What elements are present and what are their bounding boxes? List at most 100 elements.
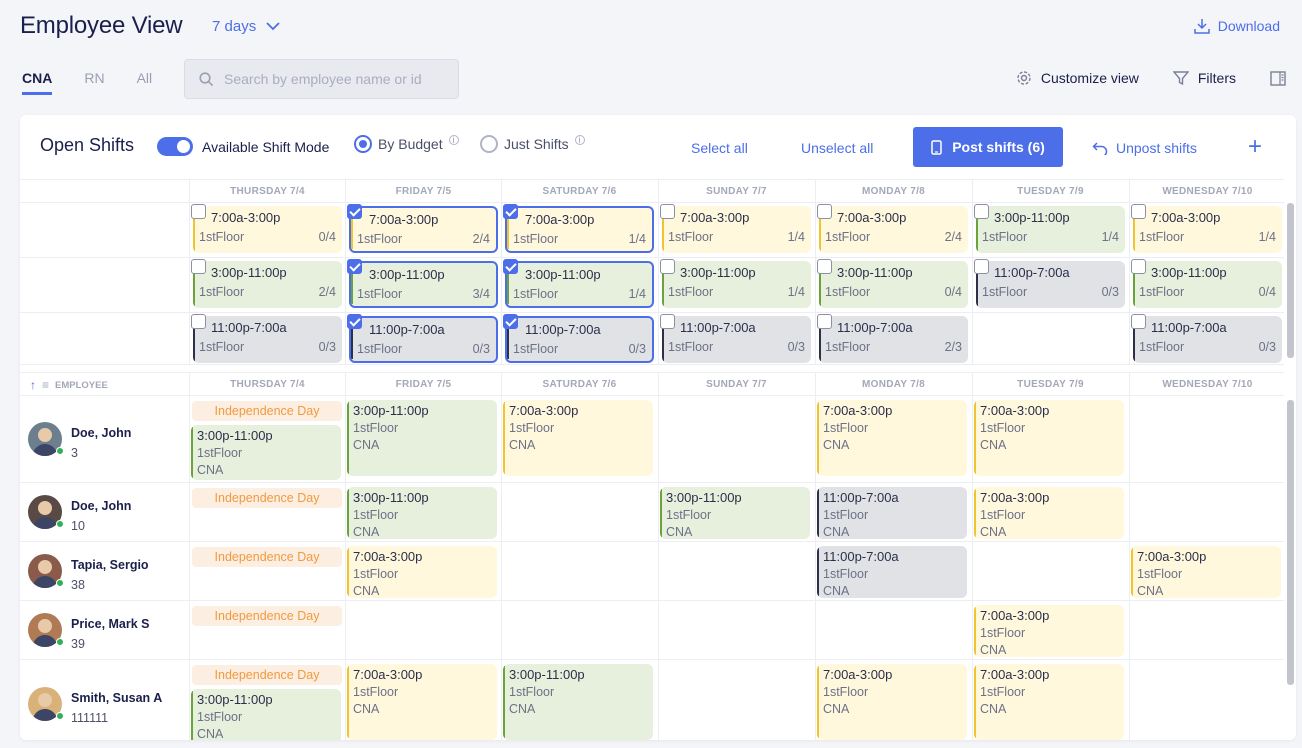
scrollbar-open-shifts[interactable]	[1287, 203, 1294, 358]
employee-row[interactable]: Doe, John 3	[20, 395, 188, 482]
grid-column-line	[658, 395, 659, 740]
open-shift-card[interactable]: 11:00p-7:00a 1stFloor 0/3	[193, 316, 342, 363]
checkbox-checked[interactable]	[503, 259, 518, 274]
add-shift-button[interactable]: +	[1248, 133, 1262, 161]
tab-all[interactable]: All	[137, 70, 153, 95]
checkbox[interactable]	[817, 259, 832, 274]
shift-card[interactable]: 3:00p-11:00p 1stFloor CNA	[191, 425, 341, 480]
shift-card[interactable]: 3:00p-11:00p 1stFloor CNA	[347, 400, 497, 476]
employee-name[interactable]: Smith, Susan A	[71, 691, 162, 705]
shift-card[interactable]: 7:00a-3:00p 1stFloor CNA	[817, 664, 967, 740]
checkbox[interactable]	[817, 204, 832, 219]
tab-cna[interactable]: CNA	[22, 70, 53, 95]
checkbox[interactable]	[1131, 314, 1146, 329]
shift-card[interactable]: 7:00a-3:00p 1stFloor CNA	[347, 546, 497, 598]
shift-card[interactable]: 7:00a-3:00p 1stFloor CNA	[1131, 546, 1281, 598]
open-shift-card[interactable]: 3:00p-11:00p 1stFloor 0/4	[819, 261, 968, 308]
shift-card[interactable]: 11:00p-7:00a 1stFloor CNA	[817, 546, 967, 598]
shift-card[interactable]: 7:00a-3:00p 1stFloor CNA	[974, 487, 1124, 539]
filters-button[interactable]: Filters	[1172, 70, 1236, 86]
open-shift-card[interactable]: 11:00p-7:00a 1stFloor 0/3	[976, 261, 1125, 308]
available-shift-mode-toggle[interactable]	[157, 137, 193, 156]
checkbox[interactable]	[191, 259, 206, 274]
open-shift-card[interactable]: 11:00p-7:00a 1stFloor 0/3	[505, 316, 654, 363]
search-input[interactable]	[224, 71, 444, 87]
employee-name[interactable]: Tapia, Sergio	[71, 558, 149, 572]
shift-card[interactable]: 3:00p-11:00p 1stFloor CNA	[191, 689, 341, 740]
checkbox[interactable]	[660, 259, 675, 274]
open-shift-card[interactable]: 11:00p-7:00a 1stFloor 0/3	[349, 316, 498, 363]
filter-lines-icon[interactable]: ≡	[42, 378, 49, 392]
shift-card[interactable]: 7:00a-3:00p 1stFloor CNA	[347, 664, 497, 740]
checkbox[interactable]	[974, 259, 989, 274]
checkbox-checked[interactable]	[347, 314, 362, 329]
download-button[interactable]: Download	[1193, 18, 1280, 34]
checkbox[interactable]	[974, 204, 989, 219]
info-icon[interactable]: i	[448, 135, 459, 145]
unselect-all-button[interactable]: Unselect all	[801, 140, 873, 156]
tab-rn[interactable]: RN	[84, 70, 104, 95]
open-shift-card[interactable]: 7:00a-3:00p 1stFloor 2/4	[819, 206, 968, 253]
shift-card[interactable]: 3:00p-11:00p 1stFloor CNA	[660, 487, 810, 539]
checkbox[interactable]	[660, 204, 675, 219]
employee-row[interactable]: Tapia, Sergio 38	[20, 541, 188, 600]
open-shift-card[interactable]: 3:00p-11:00p 1stFloor 2/4	[193, 261, 342, 308]
shift-card[interactable]: 7:00a-3:00p 1stFloor CNA	[974, 605, 1124, 657]
customize-view-button[interactable]: Customize view	[1016, 70, 1139, 86]
open-shift-card[interactable]: 7:00a-3:00p 1stFloor 1/4	[505, 206, 654, 253]
open-shift-card[interactable]: 11:00p-7:00a 1stFloor 0/3	[662, 316, 811, 363]
employee-row[interactable]: Doe, John 10	[20, 482, 188, 541]
open-shift-card[interactable]: 3:00p-11:00p 1stFloor 1/4	[976, 206, 1125, 253]
employee-name[interactable]: Doe, John	[71, 499, 131, 513]
checkbox[interactable]	[1131, 204, 1146, 219]
by-budget-radio[interactable]: By Budget i	[354, 135, 459, 153]
shift-card[interactable]: 7:00a-3:00p 1stFloor CNA	[817, 400, 967, 476]
shift-color-bar	[974, 489, 976, 537]
employee-column-header[interactable]: ↑ ≡ EMPLOYEE	[30, 378, 108, 392]
shift-card[interactable]: 3:00p-11:00p 1stFloor CNA	[347, 487, 497, 539]
scrollbar-employees[interactable]	[1287, 400, 1294, 685]
shift-card[interactable]: 3:00p-11:00p 1stFloor CNA	[503, 664, 653, 740]
checkbox[interactable]	[817, 314, 832, 329]
shift-fill-count: 0/4	[944, 285, 962, 299]
open-shift-card[interactable]: 3:00p-11:00p 1stFloor 1/4	[505, 261, 654, 308]
info-icon[interactable]: i	[574, 135, 585, 145]
shift-location: 1stFloor	[513, 342, 559, 356]
shift-card[interactable]: 7:00a-3:00p 1stFloor CNA	[974, 400, 1124, 476]
shift-card[interactable]: 11:00p-7:00a 1stFloor CNA	[817, 487, 967, 539]
checkbox-checked[interactable]	[503, 204, 518, 219]
employee-row[interactable]: Price, Mark S 39	[20, 600, 188, 659]
unpost-shifts-button[interactable]: Unpost shifts	[1092, 140, 1197, 156]
open-shift-card[interactable]: 7:00a-3:00p 1stFloor 0/4	[193, 206, 342, 253]
just-shifts-radio[interactable]: Just Shifts i	[480, 135, 585, 153]
shift-color-bar	[191, 691, 193, 740]
open-shift-card[interactable]: 7:00a-3:00p 1stFloor 1/4	[662, 206, 811, 253]
open-shift-card[interactable]: 11:00p-7:00a 1stFloor 0/3	[1133, 316, 1282, 363]
open-shift-card[interactable]: 11:00p-7:00a 1stFloor 2/3	[819, 316, 968, 363]
employee-name[interactable]: Price, Mark S	[71, 617, 150, 631]
checkbox-checked[interactable]	[347, 204, 362, 219]
checkbox-checked[interactable]	[347, 259, 362, 274]
range-dropdown[interactable]: 7 days	[212, 18, 280, 35]
employee-row[interactable]: Smith, Susan A 111111	[20, 659, 188, 740]
post-shifts-button[interactable]: Post shifts (6)	[913, 127, 1063, 167]
shift-role: CNA	[666, 525, 693, 539]
open-shift-card[interactable]: 3:00p-11:00p 1stFloor 3/4	[349, 261, 498, 308]
open-shift-card[interactable]: 3:00p-11:00p 1stFloor 0/4	[1133, 261, 1282, 308]
sort-ascending-icon[interactable]: ↑	[30, 378, 36, 392]
panel-toggle-button[interactable]	[1270, 70, 1286, 86]
open-shift-card[interactable]: 3:00p-11:00p 1stFloor 1/4	[662, 261, 811, 308]
open-shift-card[interactable]: 7:00a-3:00p 1stFloor 2/4	[349, 206, 498, 253]
checkbox[interactable]	[191, 204, 206, 219]
checkbox[interactable]	[660, 314, 675, 329]
select-all-button[interactable]: Select all	[691, 140, 748, 156]
open-shift-card[interactable]: 7:00a-3:00p 1stFloor 1/4	[1133, 206, 1282, 253]
shift-card[interactable]: 7:00a-3:00p 1stFloor CNA	[503, 400, 653, 476]
employee-name[interactable]: Doe, John	[71, 426, 131, 440]
shift-card[interactable]: 7:00a-3:00p 1stFloor CNA	[974, 664, 1124, 740]
checkbox[interactable]	[1131, 259, 1146, 274]
shift-color-bar	[503, 402, 505, 474]
shift-role: CNA	[1137, 584, 1164, 598]
checkbox[interactable]	[191, 314, 206, 329]
checkbox-checked[interactable]	[503, 314, 518, 329]
